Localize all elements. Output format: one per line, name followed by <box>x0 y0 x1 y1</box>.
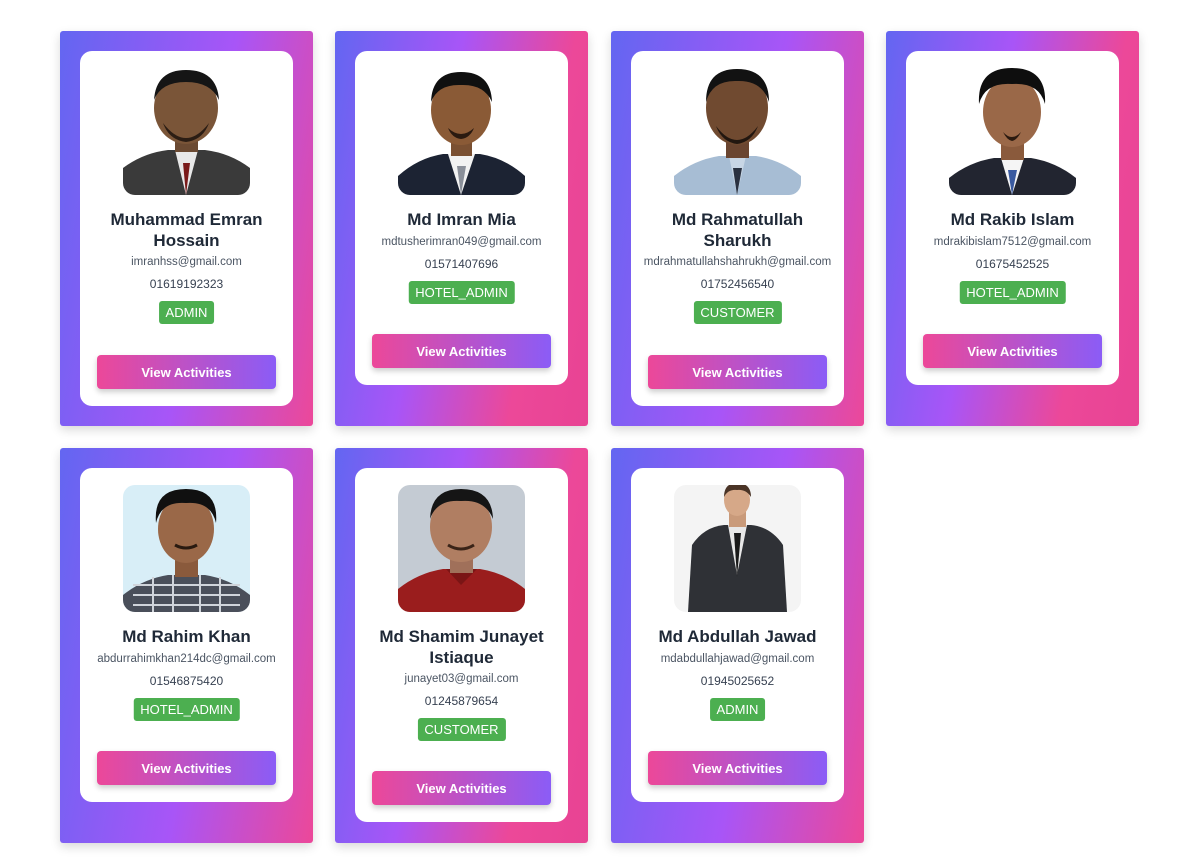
user-email: mdrahmatullahshahrukh@gmail.com <box>643 256 832 268</box>
view-activities-button[interactable]: View Activities <box>648 751 827 785</box>
user-email: imranhss@gmail.com <box>131 256 242 268</box>
user-photo <box>123 485 250 612</box>
user-card-body: Muhammad Emran Hossain imranhss@gmail.co… <box>80 51 293 406</box>
user-email: mdtusherimran049@gmail.com <box>381 236 542 248</box>
user-name: Md Abdullah Jawad <box>658 627 817 646</box>
user-photo <box>674 485 801 612</box>
user-name: Md Imran Mia <box>407 210 516 229</box>
view-activities-button[interactable]: View Activities <box>648 355 827 389</box>
view-activities-button[interactable]: View Activities <box>372 771 551 805</box>
user-card-body: Md Rahim Khan abdurrahimkhan214dc@gmail.… <box>80 468 293 802</box>
role-badge: HOTEL_ADMIN <box>959 281 1066 304</box>
user-card-body: Md Abdullah Jawad mdabdullahjawad@gmail.… <box>631 468 844 802</box>
user-card: Md Rahim Khan abdurrahimkhan214dc@gmail.… <box>60 448 313 843</box>
view-activities-button[interactable]: View Activities <box>372 334 551 368</box>
user-phone: 01675452525 <box>975 257 1050 271</box>
user-name: Md Rakib Islam <box>950 210 1075 229</box>
user-photo <box>674 68 801 195</box>
user-card: Md Rakib Islam mdrakibislam7512@gmail.co… <box>886 31 1139 426</box>
user-card: Md Rahmatullah Sharukh mdrahmatullahshah… <box>611 31 864 426</box>
role-badge: HOTEL_ADMIN <box>133 698 240 721</box>
user-card-body: Md Imran Mia mdtusherimran049@gmail.com … <box>355 51 568 385</box>
user-phone: 01619192323 <box>149 277 224 291</box>
user-name: Muhammad Emran Hossain <box>110 210 263 250</box>
user-phone: 01945025652 <box>700 674 775 688</box>
user-phone: 01571407696 <box>424 257 499 271</box>
user-name: Md Shamim Junayet Istiaque <box>379 627 544 667</box>
role-badge: CUSTOMER <box>693 301 782 324</box>
role-badge: ADMIN <box>709 698 766 721</box>
view-activities-button[interactable]: View Activities <box>97 355 276 389</box>
user-email: mdrakibislam7512@gmail.com <box>933 236 1092 248</box>
user-name: Md Rahim Khan <box>122 627 251 646</box>
user-photo <box>949 68 1076 195</box>
role-badge: HOTEL_ADMIN <box>408 281 515 304</box>
role-badge: ADMIN <box>158 301 215 324</box>
view-activities-button[interactable]: View Activities <box>97 751 276 785</box>
user-card: Md Shamim Junayet Istiaque junayet03@gma… <box>335 448 588 843</box>
user-card: Md Abdullah Jawad mdabdullahjawad@gmail.… <box>611 448 864 843</box>
user-photo <box>123 68 250 195</box>
user-card-body: Md Rakib Islam mdrakibislam7512@gmail.co… <box>906 51 1119 385</box>
role-badge: CUSTOMER <box>417 718 506 741</box>
user-phone: 01245879654 <box>424 694 499 708</box>
user-phone: 01752456540 <box>700 277 775 291</box>
user-card-body: Md Rahmatullah Sharukh mdrahmatullahshah… <box>631 51 844 406</box>
user-name: Md Rahmatullah Sharukh <box>671 210 804 250</box>
user-email: junayet03@gmail.com <box>404 673 519 685</box>
user-photo <box>398 68 525 195</box>
user-email: abdurrahimkhan214dc@gmail.com <box>97 653 276 665</box>
user-photo <box>398 485 525 612</box>
user-email: mdabdullahjawad@gmail.com <box>660 653 815 665</box>
user-phone: 01546875420 <box>149 674 224 688</box>
user-card: Md Imran Mia mdtusherimran049@gmail.com … <box>335 31 588 426</box>
view-activities-button[interactable]: View Activities <box>923 334 1102 368</box>
user-card: Muhammad Emran Hossain imranhss@gmail.co… <box>60 31 313 426</box>
user-card-body: Md Shamim Junayet Istiaque junayet03@gma… <box>355 468 568 822</box>
